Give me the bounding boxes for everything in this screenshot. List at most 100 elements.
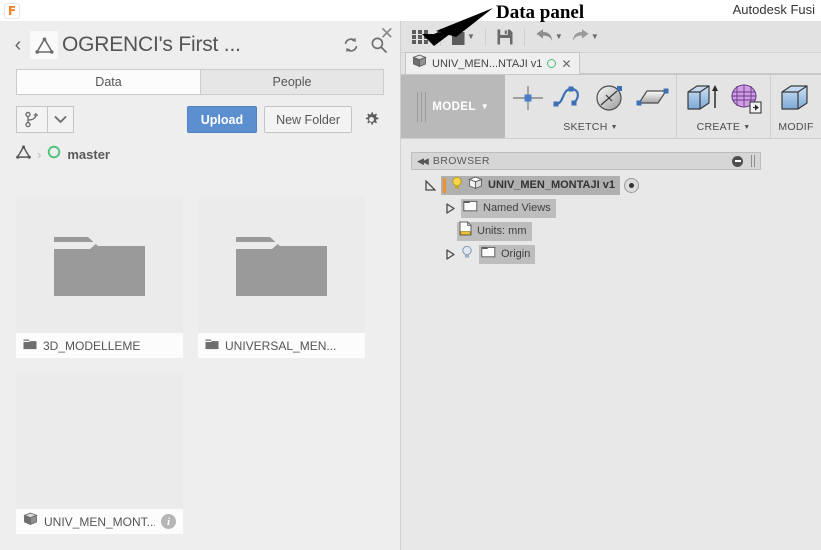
- breadcrumb: › master: [16, 143, 384, 165]
- breadcrumb-project-icon[interactable]: [16, 145, 31, 164]
- browser-panel: ◀◀ BROWSER UNIV_MEN_MONTAJI v1 Named Vie…: [411, 152, 761, 267]
- browser-header: ◀◀ BROWSER: [411, 152, 761, 170]
- card-name: UNIV_MEN_MONT...: [44, 514, 155, 529]
- folder-icon: [205, 337, 219, 355]
- list-item[interactable]: 3D_MODELLEME: [16, 197, 183, 358]
- ribbon-panel-title-modify[interactable]: MODIF: [778, 121, 813, 133]
- circle-diameter-icon[interactable]: [593, 83, 627, 118]
- crosshair-point-icon[interactable]: [511, 83, 545, 118]
- card-name: 3D_MODELLEME: [43, 338, 141, 353]
- folder-thumbnail: [16, 197, 183, 333]
- press-pull-box-icon[interactable]: [777, 82, 815, 119]
- application-window: F Autodesk Fusi ‹ OGRENCI's First ... ✕ …: [0, 0, 821, 550]
- upload-button[interactable]: Upload: [186, 106, 258, 133]
- drag-grip-icon: [417, 91, 427, 122]
- list-item[interactable]: UNIVERSAL_MEN...: [198, 197, 365, 358]
- modified-accent-bar: [443, 177, 446, 193]
- new-branch-icon[interactable]: [17, 107, 47, 132]
- branch-circle-icon: [47, 145, 61, 164]
- refresh-icon[interactable]: [338, 32, 364, 58]
- triangle-collapsed-icon[interactable]: [443, 202, 457, 214]
- list-item[interactable]: UNIV_MEN_MONT... i: [16, 373, 183, 534]
- tspline-form-icon[interactable]: [728, 82, 764, 119]
- page-title: OGRENCI's First ...: [62, 33, 241, 56]
- card-label-row: 3D_MODELLEME: [16, 333, 183, 358]
- chevron-down-icon[interactable]: ▼: [481, 102, 489, 111]
- folder-icon: [463, 199, 478, 217]
- tab-people[interactable]: People: [200, 70, 383, 94]
- tree-node-label: Origin: [501, 248, 531, 260]
- breadcrumb-separator: ›: [37, 146, 42, 162]
- redo-arrow-icon[interactable]: ▼: [568, 24, 602, 50]
- card-label-row: UNIV_MEN_MONT... i: [16, 509, 183, 534]
- ribbon-panel-sketch: SKETCH ▼: [505, 75, 677, 138]
- browser-tree: UNIV_MEN_MONTAJI v1 Named Views Units: m…: [411, 170, 761, 264]
- fusion-f-icon: F: [4, 3, 20, 19]
- triangle-expanded-icon[interactable]: [423, 179, 437, 191]
- undo-arrow-icon[interactable]: ▼: [532, 24, 566, 50]
- data-panel-card-grid: 3D_MODELLEME UNIVERSAL_MEN... UNIV_MEN_M…: [16, 197, 384, 550]
- green-circle-icon: [547, 59, 557, 68]
- chevron-down-icon[interactable]: [47, 107, 73, 132]
- cube-icon: [23, 512, 38, 531]
- new-folder-button[interactable]: New Folder: [264, 106, 352, 133]
- tree-node-named-views[interactable]: Named Views: [411, 198, 556, 218]
- tree-node-label: Named Views: [483, 202, 551, 214]
- chevron-down-icon[interactable]: ▼: [743, 124, 750, 131]
- ribbon-panel-title-create[interactable]: CREATE ▼: [697, 121, 751, 133]
- gear-icon[interactable]: [358, 107, 384, 133]
- workspace-label: MODEL: [432, 100, 476, 113]
- chevron-down-icon[interactable]: ▼: [555, 32, 563, 41]
- tree-node-root[interactable]: UNIV_MEN_MONTAJI v1: [411, 175, 639, 195]
- breadcrumb-current[interactable]: master: [67, 147, 110, 162]
- ribbon-panel-title-sketch[interactable]: SKETCH ▼: [563, 121, 618, 133]
- folder-icon: [481, 245, 496, 263]
- close-icon[interactable]: ✕: [561, 57, 571, 71]
- drag-grip-icon[interactable]: [750, 155, 757, 167]
- target-dot-icon[interactable]: [623, 177, 639, 193]
- annotation-label: Data panel: [496, 2, 585, 23]
- close-icon[interactable]: ✕: [380, 26, 394, 43]
- annotation-arrow: [398, 4, 508, 57]
- tabstrip-empty-area: [579, 53, 821, 74]
- folder-icon: [23, 337, 37, 355]
- chevron-down-icon[interactable]: ▼: [611, 124, 618, 131]
- document-ruler-icon: [459, 221, 472, 241]
- cube-icon: [468, 176, 483, 195]
- workspace-selector[interactable]: MODEL ▼: [401, 75, 505, 138]
- browser-title: BROWSER: [432, 155, 490, 167]
- lightbulb-off-icon[interactable]: [461, 245, 473, 264]
- panel-title-text: MODIF: [778, 121, 814, 133]
- window-title: Autodesk Fusi: [732, 2, 815, 17]
- ribbon-toolbar: MODEL ▼ SKETCH ▼ CREATE ▼ MODIF: [401, 75, 821, 139]
- document-tab-label: UNIV_MEN...NTAJI v1: [432, 57, 543, 70]
- tree-node-units[interactable]: Units: mm: [411, 221, 532, 241]
- minus-circle-icon[interactable]: [732, 155, 743, 167]
- card-name: UNIVERSAL_MEN...: [225, 338, 337, 353]
- rectangle-icon[interactable]: [634, 83, 670, 118]
- tree-node-chip[interactable]: UNIV_MEN_MONTAJI v1: [441, 175, 620, 195]
- fusion-workspace: ▼ ▼ ▼ UNIV_MEN...NTAJI v1 ✕ MODEL ▼ SKET…: [401, 21, 821, 550]
- spline-curve-icon[interactable]: [552, 83, 586, 118]
- info-icon[interactable]: i: [161, 514, 176, 529]
- data-panel-actions: Upload New Folder: [16, 106, 384, 133]
- branch-control-group: [16, 106, 74, 133]
- chevron-down-icon[interactable]: ▼: [591, 32, 599, 41]
- fusion-project-triangle-icon: [30, 31, 58, 59]
- tree-node-chip[interactable]: Units: mm: [457, 221, 532, 241]
- tree-node-chip[interactable]: Named Views: [461, 198, 556, 218]
- lightbulb-on-icon[interactable]: [451, 176, 463, 195]
- tab-data[interactable]: Data: [17, 70, 200, 94]
- triangle-collapsed-icon[interactable]: [443, 248, 457, 260]
- tree-node-origin[interactable]: Origin: [411, 244, 536, 264]
- ribbon-panel-modify: MODIF: [771, 75, 821, 138]
- tree-node-label: UNIV_MEN_MONTAJI v1: [488, 179, 615, 191]
- back-button[interactable]: ‹: [8, 31, 28, 59]
- folder-thumbnail: [198, 197, 365, 333]
- tree-node-chip[interactable]: Origin: [479, 244, 536, 264]
- collapse-left-icon[interactable]: ◀◀: [415, 156, 429, 167]
- extrude-box-arrow-icon[interactable]: [683, 82, 721, 119]
- data-panel-tabs: Data People: [16, 69, 384, 95]
- data-panel: ‹ OGRENCI's First ... ✕ Data People Uplo…: [0, 21, 401, 550]
- data-panel-header: ‹ OGRENCI's First ... ✕: [0, 21, 400, 69]
